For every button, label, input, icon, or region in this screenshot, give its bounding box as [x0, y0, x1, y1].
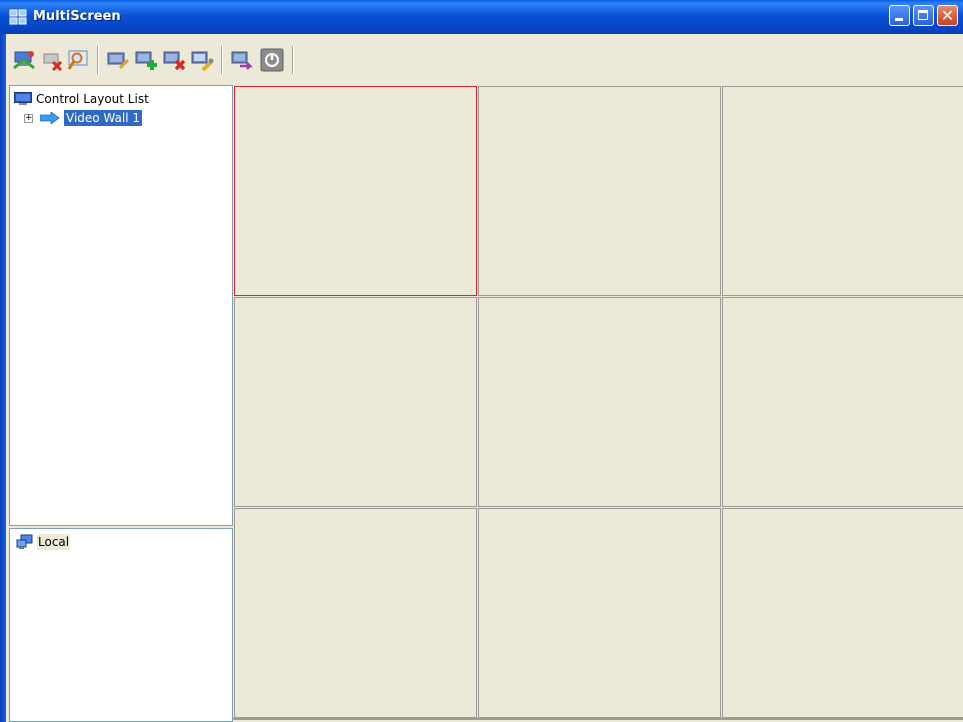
- wall-cell-8[interactable]: [478, 508, 721, 718]
- wall-cell-6[interactable]: [722, 297, 963, 507]
- title-bar[interactable]: MultiScreen ✕: [0, 0, 963, 34]
- wall-cell-3[interactable]: [722, 86, 963, 296]
- arrow-right-icon: [40, 112, 60, 124]
- wall-bottom-edge: [233, 718, 963, 720]
- delete-layout-icon[interactable]: [162, 48, 186, 72]
- wall-cell-5[interactable]: [478, 297, 721, 507]
- layout-settings-icon[interactable]: [190, 48, 214, 72]
- monitor-wall-icon: [9, 9, 27, 25]
- search-device-icon[interactable]: [66, 48, 90, 72]
- window-frame-left: [0, 34, 6, 722]
- expand-icon[interactable]: +: [24, 114, 33, 123]
- local-network-icon: [16, 534, 33, 549]
- multiscreen-window: MultiScreen ✕ Control Layout List + Vide…: [0, 0, 963, 722]
- disconnect-icon[interactable]: [40, 48, 64, 72]
- video-wall-grid: [233, 85, 963, 722]
- toolbar: [6, 34, 963, 82]
- maximize-button[interactable]: [913, 5, 934, 26]
- switch-layout-icon[interactable]: [230, 48, 254, 72]
- wall-cell-1[interactable]: [234, 86, 477, 296]
- maximize-icon: [918, 10, 928, 20]
- tree-item-label: Video Wall 1: [64, 110, 143, 126]
- wall-cell-7[interactable]: [234, 508, 477, 718]
- window-title: MultiScreen: [33, 9, 121, 24]
- minimize-icon: [895, 18, 903, 21]
- wall-cell-9[interactable]: [722, 508, 963, 718]
- connect-icon[interactable]: [12, 48, 36, 72]
- add-layout-icon[interactable]: [134, 48, 158, 72]
- toolbar-separator: [292, 46, 294, 74]
- toolbar-separator: [221, 46, 223, 74]
- toolbar-separator: [97, 46, 99, 74]
- list-item-label: Local: [37, 534, 71, 550]
- close-icon: ✕: [940, 6, 955, 25]
- wall-cell-2[interactable]: [478, 86, 721, 296]
- power-icon[interactable]: [260, 48, 284, 72]
- minimize-button[interactable]: [889, 5, 910, 26]
- local-pane[interactable]: Local: [9, 528, 233, 722]
- control-layout-tree[interactable]: Control Layout List + Video Wall 1: [9, 85, 233, 526]
- layout-list-icon: [14, 92, 32, 105]
- wall-cell-4[interactable]: [234, 297, 477, 507]
- close-button[interactable]: ✕: [937, 5, 958, 26]
- tree-root-label: Control Layout List: [36, 92, 149, 106]
- edit-layout-icon[interactable]: [106, 48, 130, 72]
